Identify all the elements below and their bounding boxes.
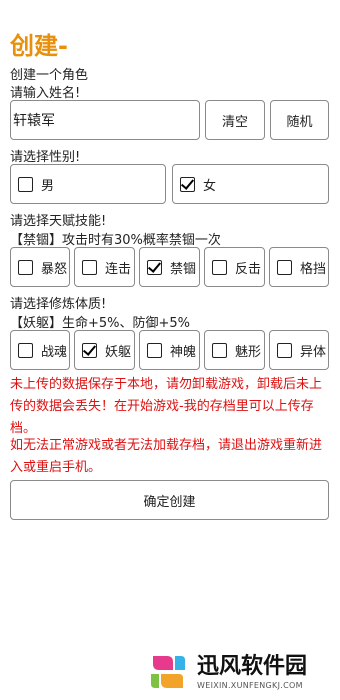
warning-unsaved-data: 未上传的数据保存于本地，请勿卸载游戏，卸载后未上传的数据会丢失！在开始游戏-我的… [10, 377, 323, 436]
checkbox[interactable] [212, 342, 227, 358]
constitution-option-yiti[interactable]: 异体 [269, 330, 329, 370]
option-label: 格挡 [300, 261, 327, 277]
option-label: 女 [203, 178, 217, 194]
constitution-option-meixing[interactable]: 魅形 [204, 330, 265, 370]
talent-option-jingu[interactable]: 禁锢 [139, 247, 200, 287]
checkbox[interactable] [18, 176, 33, 192]
gender-option-female[interactable]: 女 [172, 164, 329, 204]
gender-prompt: 请选择性别! [10, 150, 81, 165]
option-label: 妖躯 [105, 344, 132, 360]
watermark-name: 迅风软件园 [197, 653, 308, 679]
constitution-option-yaoqu[interactable]: 妖躯 [74, 330, 135, 370]
checkbox[interactable] [277, 259, 292, 275]
talent-option-gedang[interactable]: 格挡 [269, 247, 329, 287]
option-label: 男 [41, 178, 55, 194]
constitution-description: 【妖躯】生命+5%、防御+5% [10, 316, 191, 331]
checkbox[interactable] [82, 259, 97, 275]
option-label: 战魂 [41, 344, 68, 360]
option-label: 禁锢 [170, 261, 197, 277]
page-subtitle: 创建一个角色 [10, 68, 89, 83]
talent-description: 【禁锢】攻击时有30%概率禁锢一次 [10, 233, 221, 248]
talent-option-fanji[interactable]: 反击 [204, 247, 265, 287]
checkbox[interactable] [18, 342, 33, 358]
option-label: 异体 [300, 344, 327, 360]
page-title: 创建- [10, 32, 68, 60]
checkbox[interactable] [277, 342, 292, 358]
name-prompt: 请输入姓名! [10, 86, 81, 101]
clear-button[interactable]: 清空 [205, 100, 265, 140]
option-label: 连击 [105, 261, 132, 277]
name-input[interactable] [10, 100, 200, 140]
checkbox[interactable] [180, 176, 195, 192]
checkbox[interactable] [212, 259, 227, 275]
checkbox[interactable] [147, 259, 162, 275]
option-label: 暴怒 [41, 261, 68, 277]
constitution-option-shenpo[interactable]: 神魄 [139, 330, 200, 370]
confirm-create-button[interactable]: 确定创建 [10, 480, 329, 520]
talent-option-baonu[interactable]: 暴怒 [10, 247, 70, 287]
xunfeng-logo-icon [145, 650, 189, 694]
watermark-url: WEIXIN.XUNFENGKJ.COM [197, 680, 303, 690]
watermark-logo: 迅风软件园 WEIXIN.XUNFENGKJ.COM [143, 648, 307, 696]
option-label: 魅形 [235, 344, 262, 360]
gender-option-male[interactable]: 男 [10, 164, 166, 204]
warning-restart: 如无法正常游戏或者无法加载存档，请退出游戏重新进入或重启手机。 [10, 438, 323, 475]
talent-prompt: 请选择天赋技能! [10, 214, 107, 229]
random-button[interactable]: 随机 [270, 100, 329, 140]
checkbox[interactable] [82, 342, 97, 358]
option-label: 反击 [235, 261, 262, 277]
checkbox[interactable] [147, 342, 162, 358]
talent-option-lianji[interactable]: 连击 [74, 247, 135, 287]
constitution-option-zhanhun[interactable]: 战魂 [10, 330, 70, 370]
option-label: 神魄 [170, 344, 197, 360]
checkbox[interactable] [18, 259, 33, 275]
constitution-prompt: 请选择修炼体质! [10, 297, 107, 312]
